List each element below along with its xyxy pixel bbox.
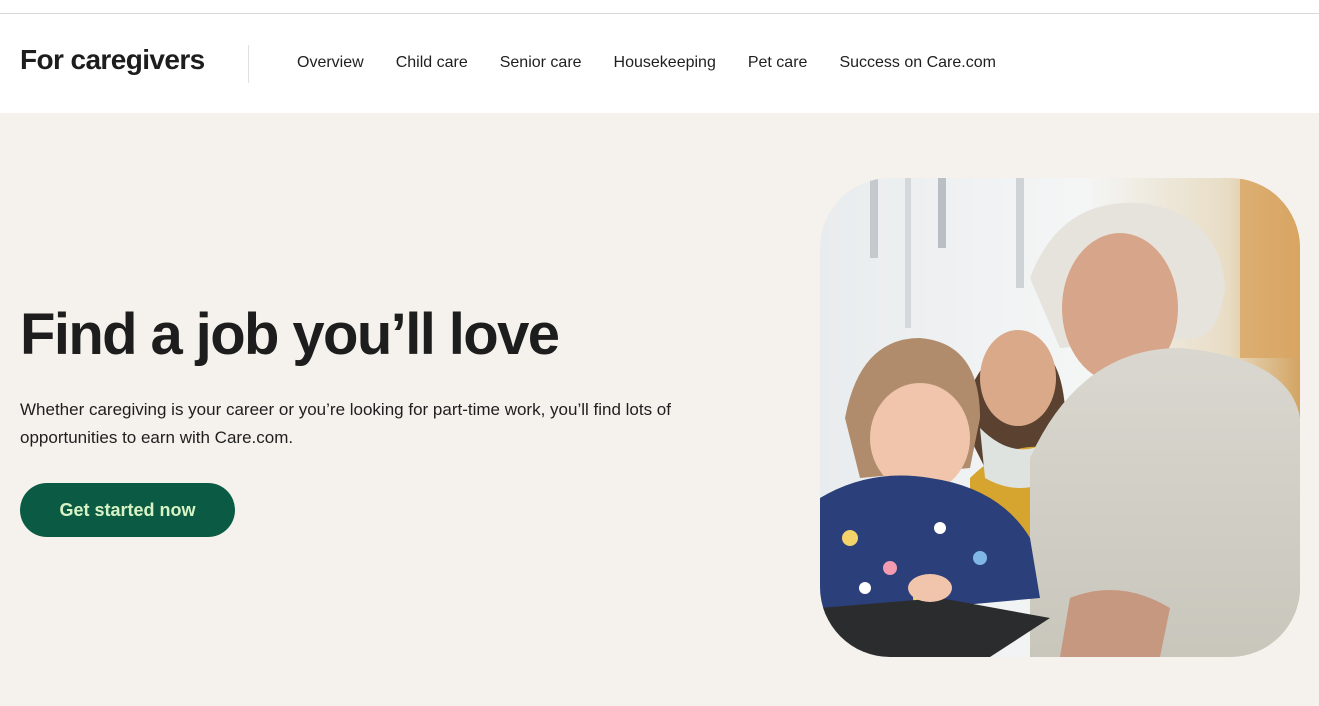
hero-title: Find a job you’ll love — [20, 302, 560, 367]
nav-item-success[interactable]: Success on Care.com — [839, 54, 996, 72]
hero-photo-illustration — [820, 178, 1300, 657]
header-divider — [248, 45, 249, 83]
caregiver-nav: Overview Child care Senior care Housekee… — [297, 54, 1028, 72]
hero-photo — [820, 178, 1300, 657]
nav-item-housekeeping[interactable]: Housekeeping — [614, 54, 716, 72]
section-title[interactable]: For caregivers — [20, 44, 205, 76]
nav-item-overview[interactable]: Overview — [297, 54, 364, 72]
hero-subtitle: Whether caregiving is your career or you… — [20, 400, 671, 447]
nav-item-child-care[interactable]: Child care — [396, 54, 468, 72]
hero-section: Find a job you’ll love Whether caregivin… — [0, 113, 1319, 706]
nav-item-pet-care[interactable]: Pet care — [748, 54, 808, 72]
page-header: For caregivers Overview Child care Senio… — [0, 14, 1319, 113]
get-started-button[interactable]: Get started now — [20, 483, 235, 537]
nav-item-senior-care[interactable]: Senior care — [500, 54, 582, 72]
